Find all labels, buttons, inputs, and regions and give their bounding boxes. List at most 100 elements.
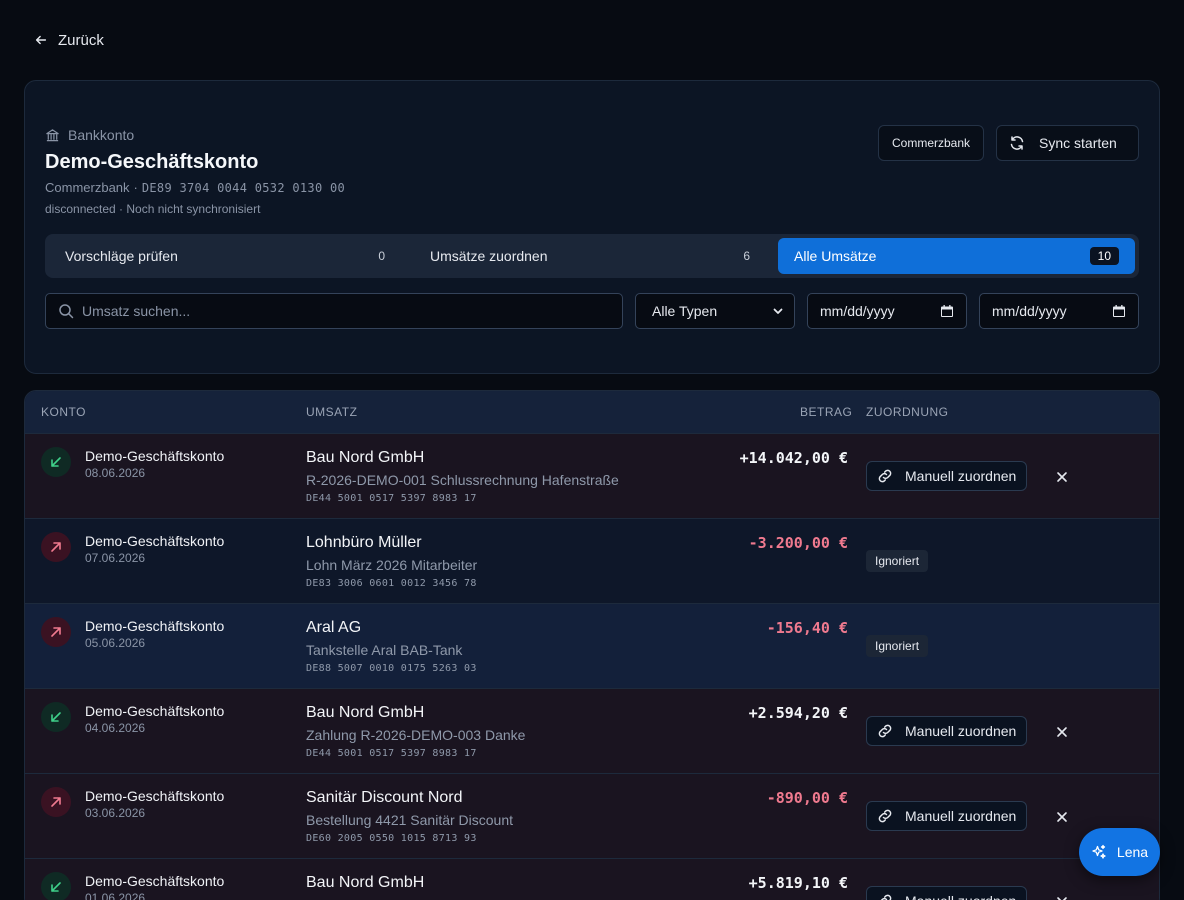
table-row[interactable]: Demo-Geschäftskonto 08.06.2026 Bau Nord Gm…: [25, 433, 1159, 518]
tab-umsaetze-zuordnen[interactable]: Umsätze zuordnen 6: [414, 238, 766, 274]
row-date: 03.06.2026: [85, 806, 146, 820]
back-label: Zurück: [58, 31, 104, 49]
search-icon: [59, 304, 74, 319]
row-iban: DE60 2005 0550 1015 8713 93: [306, 833, 477, 844]
assign-manually-button[interactable]: Manuell zuordnen: [866, 801, 1028, 831]
close-icon: [1057, 812, 1067, 822]
row-amount: +2.594,20 €: [748, 704, 848, 722]
tab-label: Umsätze zuordnen: [430, 248, 548, 264]
assign-manually-button[interactable]: Manuell zuordnen: [866, 461, 1028, 491]
link-icon: [878, 809, 892, 823]
header-amount: BETRAG: [800, 405, 853, 419]
row-description: Bestellung 4421 Sanitär Discount: [306, 812, 514, 828]
direction-indicator: [41, 787, 71, 817]
tab-label: Vorschläge prüfen: [65, 248, 178, 264]
account-bank: Commerzbank: [45, 180, 130, 195]
row-description: Lohn März 2026 Mitarbeiter: [306, 557, 478, 573]
arrow-down-left-icon: [51, 457, 61, 467]
arrow-down-left-icon: [51, 712, 61, 722]
sync-button[interactable]: Sync starten: [996, 125, 1139, 161]
sync-button-label: Sync starten: [1039, 135, 1117, 151]
assistant-button[interactable]: Lena: [1079, 828, 1160, 876]
assign-manually-button[interactable]: Manuell zuordnen: [866, 886, 1028, 900]
row-date: 08.06.2026: [85, 466, 146, 480]
tab-vorschlaege[interactable]: Vorschläge prüfen 0: [49, 238, 401, 274]
tab-count: 6: [743, 249, 750, 263]
arrow-up-right-icon: [51, 797, 61, 807]
row-amount: +5.819,10 €: [748, 874, 848, 892]
table-row[interactable]: Demo-Geschäftskonto 04.06.2026 Bau Nord Gm…: [25, 688, 1159, 773]
direction-indicator: [41, 617, 71, 647]
row-account-name: Demo-Geschäftskonto: [85, 873, 225, 889]
table-row[interactable]: Demo-Geschäftskonto 07.06.2026 Lohnbüro Mü…: [25, 518, 1159, 603]
search-box: [45, 293, 623, 329]
row-description: Tankstelle Aral BAB-Tank: [306, 642, 463, 658]
row-counterparty: Lohnbüro Müller: [306, 534, 422, 551]
account-status: disconnected · Noch nicht synchronisiert: [45, 202, 261, 216]
arrow-up-right-icon: [51, 542, 61, 552]
row-iban: DE44 5001 0517 5397 8983 17: [306, 493, 477, 504]
account-kicker-label: Bankkonto: [68, 127, 135, 143]
row-counterparty: Bau Nord GmbH: [306, 874, 425, 891]
tab-bar: Vorschläge prüfen 0 Umsätze zuordnen 6 A…: [45, 234, 1139, 278]
row-amount: -156,40 €: [766, 619, 848, 637]
tab-label: Alle Umsätze: [794, 248, 877, 264]
direction-indicator: [41, 872, 71, 900]
chevron-down-icon: [773, 308, 783, 314]
direction-indicator: [41, 532, 71, 562]
account-kicker: Bankkonto: [45, 127, 134, 143]
arrow-down-left-icon: [51, 882, 61, 892]
link-icon: [878, 724, 892, 738]
date-from-input[interactable]: mm/dd/yyyy: [807, 293, 967, 329]
table-row[interactable]: Demo-Geschäftskonto 01.06.2026 Bau Nord Gm…: [25, 858, 1159, 900]
assign-label: Manuell zuordnen: [905, 468, 1017, 484]
row-account-name: Demo-Geschäftskonto: [85, 448, 225, 464]
account-title: Demo-Geschäftskonto: [45, 151, 259, 173]
direction-indicator: [41, 702, 71, 732]
dismiss-button[interactable]: [1054, 724, 1070, 740]
row-amount: -890,00 €: [766, 789, 848, 807]
dismiss-button[interactable]: [1054, 809, 1070, 825]
row-date: 04.06.2026: [85, 721, 146, 735]
row-description: Zahlung R-2026-DEMO-003 Danke: [306, 727, 526, 743]
table-row[interactable]: Demo-Geschäftskonto 05.06.2026 Aral AG Tank…: [25, 603, 1159, 688]
refresh-icon: [1010, 136, 1024, 150]
assign-label: Manuell zuordnen: [905, 893, 1016, 900]
table-body: Demo-Geschäftskonto 08.06.2026 Bau Nord Gm…: [25, 433, 1159, 900]
calendar-icon: [1113, 305, 1125, 317]
assign-manually-button[interactable]: Manuell zuordnen: [866, 716, 1028, 746]
close-icon: [1057, 472, 1067, 482]
row-counterparty: Sanitär Discount Nord: [306, 789, 463, 806]
row-account-name: Demo-Geschäftskonto: [85, 788, 225, 804]
table-row[interactable]: Demo-Geschäftskonto 03.06.2026 Sanitär Dis…: [25, 773, 1159, 858]
arrow-up-right-icon: [51, 627, 61, 637]
row-date: 01.06.2026: [85, 891, 146, 900]
close-icon: [1057, 727, 1067, 737]
row-date: 05.06.2026: [85, 636, 146, 650]
row-account-name: Demo-Geschäftskonto: [85, 533, 225, 549]
back-link[interactable]: Zurück: [34, 30, 104, 50]
dismiss-button[interactable]: [1054, 894, 1070, 900]
row-counterparty: Aral AG: [306, 619, 362, 636]
link-icon: [880, 894, 892, 900]
search-input[interactable]: [82, 303, 582, 319]
type-select[interactable]: Alle Typen: [635, 293, 795, 329]
row-iban: DE44 5001 0517 5397 8983 17: [306, 748, 477, 759]
date-to-input[interactable]: mm/dd/yyyy: [979, 293, 1139, 329]
dismiss-button[interactable]: [1054, 469, 1070, 485]
row-date: 07.06.2026: [85, 551, 146, 565]
tab-count: 0: [378, 249, 385, 263]
row-account-name: Demo-Geschäftskonto: [85, 703, 225, 719]
header-account: KONTO: [41, 405, 86, 419]
arrow-left-icon: [35, 35, 47, 45]
bank-button[interactable]: Commerzbank: [878, 125, 985, 161]
sparkles-icon: [1092, 844, 1106, 859]
ignored-badge: Ignoriert: [866, 635, 929, 657]
direction-indicator: [41, 447, 71, 477]
tab-count: 10: [1089, 247, 1119, 265]
bank-icon: [46, 128, 59, 141]
table-header: KONTO UMSATZ BETRAG ZUORDNUNG: [25, 391, 1159, 433]
tab-alle-umsaetze[interactable]: Alle Umsätze 10: [778, 238, 1135, 274]
assistant-label: Lena: [1116, 844, 1149, 860]
header-transaction: UMSATZ: [306, 405, 358, 419]
